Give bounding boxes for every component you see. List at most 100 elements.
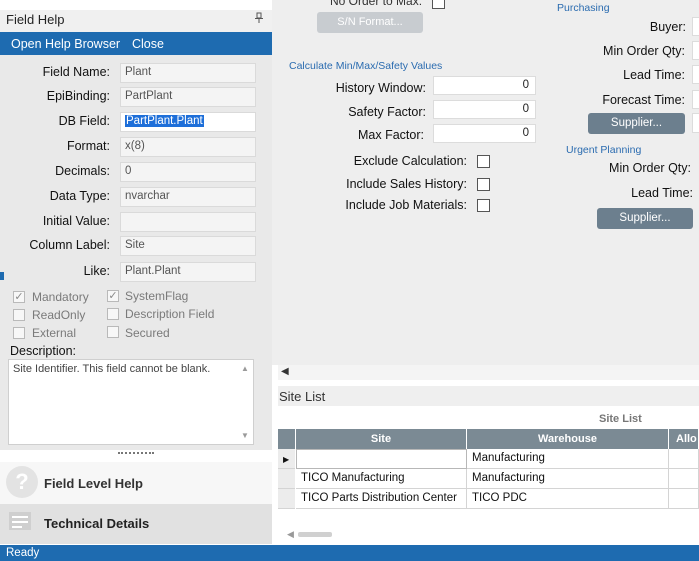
external-label: External xyxy=(32,326,77,340)
status-bar xyxy=(0,545,699,561)
grid-row-selector[interactable] xyxy=(278,469,295,489)
site-list-panel-header xyxy=(278,386,699,406)
grid-scroll-thumb[interactable] xyxy=(298,532,332,537)
like-value[interactable]: Plant.Plant xyxy=(120,262,256,282)
grid-cell-allocation[interactable] xyxy=(669,449,699,469)
initial-value-value[interactable] xyxy=(120,212,256,232)
field-help-title: Field Help xyxy=(6,12,65,27)
grid-horizontal-scrollbar[interactable] xyxy=(278,528,699,542)
max-factor-label: Max Factor: xyxy=(358,128,424,142)
secured-label: Secured xyxy=(125,326,170,340)
description-scroll-up-icon[interactable]: ▲ xyxy=(241,364,249,373)
grid-header-allocation[interactable]: Allo xyxy=(669,429,699,449)
urgent-supplier-button[interactable]: Supplier... xyxy=(597,208,693,229)
site-list-grid-caption: Site List xyxy=(599,413,642,425)
site-list-panel-title: Site List xyxy=(279,389,326,404)
forecast-time-label: Forecast Time: xyxy=(602,93,685,107)
purchasing-lead-time-label: Lead Time: xyxy=(623,68,685,82)
purchasing-min-order-qty-input[interactable] xyxy=(692,41,699,60)
format-label: Format: xyxy=(66,139,110,153)
include-sales-history-checkbox[interactable] xyxy=(477,178,490,191)
column-label-value[interactable]: Site xyxy=(120,236,256,256)
db-field-label: DB Field: xyxy=(58,114,110,128)
close-link[interactable]: Close xyxy=(132,37,164,51)
description-field-label: Description Field xyxy=(125,307,215,321)
purchasing-lead-time-input[interactable] xyxy=(692,65,699,84)
purchasing-supplier-field[interactable] xyxy=(692,113,699,133)
history-window-input[interactable]: 0 xyxy=(433,76,536,95)
purchasing-group-title: Purchasing xyxy=(557,2,610,14)
buyer-label: Buyer: xyxy=(649,20,686,34)
description-field-checkbox[interactable] xyxy=(107,308,119,320)
read-only-checkbox[interactable] xyxy=(13,309,25,321)
like-label: Like: xyxy=(83,264,110,278)
grid-cell-warehouse[interactable]: TICO PDC xyxy=(467,489,669,509)
grid-cell-site[interactable]: TICO Parts Distribution Center xyxy=(296,489,467,509)
field-name-value[interactable]: Plant xyxy=(120,63,256,83)
grid-header-site[interactable]: Site xyxy=(296,429,467,449)
read-only-label: ReadOnly xyxy=(32,308,86,322)
history-window-label: History Window: xyxy=(335,81,426,95)
system-flag-checkbox[interactable]: ✓ xyxy=(107,290,119,302)
scroll-left-icon[interactable]: ◀ xyxy=(281,366,289,377)
question-mark-icon: ? xyxy=(6,466,38,498)
decimals-value[interactable]: 0 xyxy=(120,162,256,182)
grid-scroll-left-icon[interactable]: ◀ xyxy=(287,529,294,540)
epibinding-label: EpiBinding: xyxy=(46,89,110,103)
pin-icon[interactable] xyxy=(254,12,264,24)
column-label-label: Column Label: xyxy=(29,238,110,252)
epibinding-value[interactable]: PartPlant xyxy=(120,87,256,107)
panel-splitter-handle[interactable] xyxy=(118,452,154,456)
field-level-help-label: Field Level Help xyxy=(44,476,143,491)
no-order-to-max-checkbox[interactable] xyxy=(432,0,445,9)
sn-format-button[interactable]: S/N Format... xyxy=(317,12,423,33)
open-help-browser-link[interactable]: Open Help Browser xyxy=(11,37,120,51)
include-job-materials-label: Include Job Materials: xyxy=(345,198,467,212)
form-horizontal-scrollbar[interactable] xyxy=(278,365,699,380)
description-scroll-down-icon[interactable]: ▼ xyxy=(241,431,249,440)
data-type-label: Data Type: xyxy=(49,189,110,203)
safety-factor-input[interactable]: 0 xyxy=(433,100,536,119)
mandatory-label: Mandatory xyxy=(32,290,89,304)
grid-row-selector[interactable] xyxy=(278,489,295,509)
forecast-time-input[interactable] xyxy=(692,90,699,109)
status-text: Ready xyxy=(6,547,40,559)
grid-row-selector-header xyxy=(278,429,296,449)
grid-header-warehouse[interactable]: Warehouse xyxy=(467,429,669,449)
db-field-value[interactable]: PartPlant.Plant xyxy=(120,112,256,132)
urgent-min-order-qty-label: Min Order Qty: xyxy=(609,161,691,175)
urgent-planning-group-title: Urgent Planning xyxy=(566,144,642,156)
system-flag-label: SystemFlag xyxy=(125,289,189,303)
secured-checkbox[interactable] xyxy=(107,326,119,338)
calc-group-title: Calculate Min/Max/Safety Values xyxy=(289,60,443,72)
include-sales-history-label: Include Sales History: xyxy=(346,177,467,191)
technical-details-label: Technical Details xyxy=(44,516,150,531)
purchasing-supplier-button[interactable]: Supplier... xyxy=(588,113,685,134)
purchasing-min-order-qty-label: Min Order Qty: xyxy=(603,44,685,58)
safety-factor-label: Safety Factor: xyxy=(348,105,426,119)
grid-cell-allocation[interactable] xyxy=(669,469,699,489)
left-edge-marker xyxy=(0,272,4,280)
grid-cell-site[interactable]: TICO Manufacturing xyxy=(296,469,467,489)
grid-cell-site[interactable] xyxy=(296,449,467,469)
format-value[interactable]: x(8) xyxy=(120,137,256,157)
exclude-calculation-label: Exclude Calculation: xyxy=(353,154,467,168)
exclude-calculation-checkbox[interactable] xyxy=(477,155,490,168)
grid-cell-allocation[interactable] xyxy=(669,489,699,509)
grid-cell-warehouse[interactable]: Manufacturing xyxy=(467,469,669,489)
db-field-selected-text: PartPlant.Plant xyxy=(125,115,204,127)
description-text: Site Identifier. This field cannot be bl… xyxy=(13,363,211,375)
no-order-to-max-label: No Order to Max: xyxy=(330,0,423,8)
field-name-label: Field Name: xyxy=(42,65,110,79)
max-factor-input[interactable]: 0 xyxy=(433,124,536,143)
include-job-materials-checkbox[interactable] xyxy=(477,199,490,212)
decimals-label: Decimals: xyxy=(55,164,110,178)
data-type-value[interactable]: nvarchar xyxy=(120,187,256,207)
mandatory-checkbox[interactable]: ✓ xyxy=(13,291,25,303)
buyer-input[interactable] xyxy=(692,17,699,36)
grid-cell-warehouse[interactable]: Manufacturing xyxy=(467,449,669,469)
description-label: Description: xyxy=(10,344,76,358)
external-checkbox[interactable] xyxy=(13,327,25,339)
current-row-arrow-icon: ▶ xyxy=(283,455,290,464)
urgent-lead-time-label: Lead Time: xyxy=(631,186,693,200)
